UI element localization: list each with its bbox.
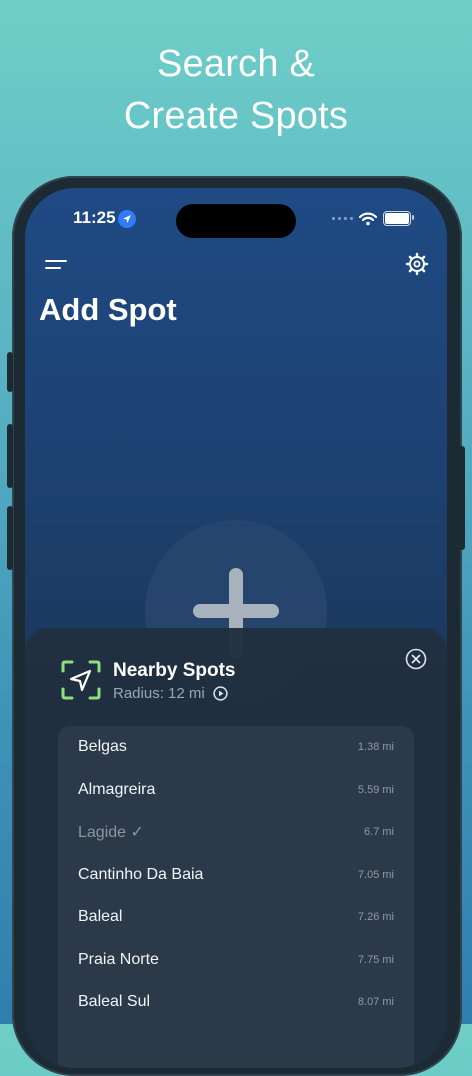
dynamic-island [176, 204, 296, 238]
nearby-location-icon [61, 660, 101, 700]
phone-volume-down [7, 506, 13, 570]
spot-name: Praia Norte [78, 951, 159, 968]
radius-label: Radius: 12 mi [113, 685, 205, 702]
spot-distance: 1.38 mi [357, 741, 394, 753]
phone-mute-switch [7, 352, 13, 392]
play-circle-icon[interactable] [213, 686, 228, 701]
page-title: Add Spot [39, 292, 177, 327]
gear-icon[interactable] [405, 252, 429, 276]
list-item[interactable]: Belgas 1.38 mi [58, 726, 414, 768]
spot-distance: 5.59 mi [357, 784, 394, 796]
spot-distance: 8.07 mi [357, 996, 394, 1008]
wifi-icon [359, 212, 377, 225]
list-item[interactable]: Praia Norte 7.75 mi [58, 939, 414, 981]
phone-volume-up [7, 424, 13, 488]
spots-list: Belgas 1.38 mi Almagreira 5.59 mi Lagide… [58, 726, 414, 1068]
spot-name: Cantinho Da Baia [78, 866, 204, 883]
phone-power-button [459, 446, 465, 550]
list-item[interactable]: Almagreira 5.59 mi [58, 769, 414, 811]
spot-distance: 7.05 mi [357, 869, 394, 881]
spot-name: Almagreira [78, 781, 156, 798]
status-indicators [332, 211, 414, 226]
spot-distance: 7.26 mi [357, 911, 394, 923]
list-item[interactable]: Lagide ✓ 6.7 mi [58, 811, 414, 853]
spot-name: Baleal [78, 908, 123, 925]
headline-line-2: Create Spots [123, 95, 349, 137]
spot-distance: 6.7 mi [364, 826, 394, 838]
sheet-title: Nearby Spots [113, 660, 236, 681]
menu-icon[interactable] [45, 260, 67, 276]
status-time: 11:25 [73, 208, 116, 227]
battery-icon [383, 211, 414, 226]
location-arrow-icon [118, 210, 136, 228]
spot-distance: 7.75 mi [357, 954, 394, 966]
list-item[interactable]: Cantinho Da Baia 7.05 mi [58, 854, 414, 896]
marketing-headline: Search & Create Spots [0, 38, 472, 142]
plus-icon-bar [193, 604, 279, 618]
spot-name: Belgas [78, 738, 127, 755]
cellular-signal-icon [332, 217, 353, 220]
list-item[interactable]: Baleal Sul 8.07 mi [58, 981, 414, 1023]
radius-row: Radius: 12 mi [113, 685, 228, 702]
close-icon[interactable] [405, 648, 427, 670]
spot-name: Baleal Sul [78, 993, 151, 1010]
phone-screen: 11:25 Add Spot Nearby Spots Radius: 12 m… [25, 188, 447, 1068]
nearby-spots-sheet: Nearby Spots Radius: 12 mi Belgas 1.38 m… [25, 628, 447, 1068]
list-item[interactable]: Baleal 7.26 mi [58, 896, 414, 938]
headline-line-1: Search & [157, 43, 315, 85]
spot-name: Lagide ✓ [78, 824, 144, 841]
